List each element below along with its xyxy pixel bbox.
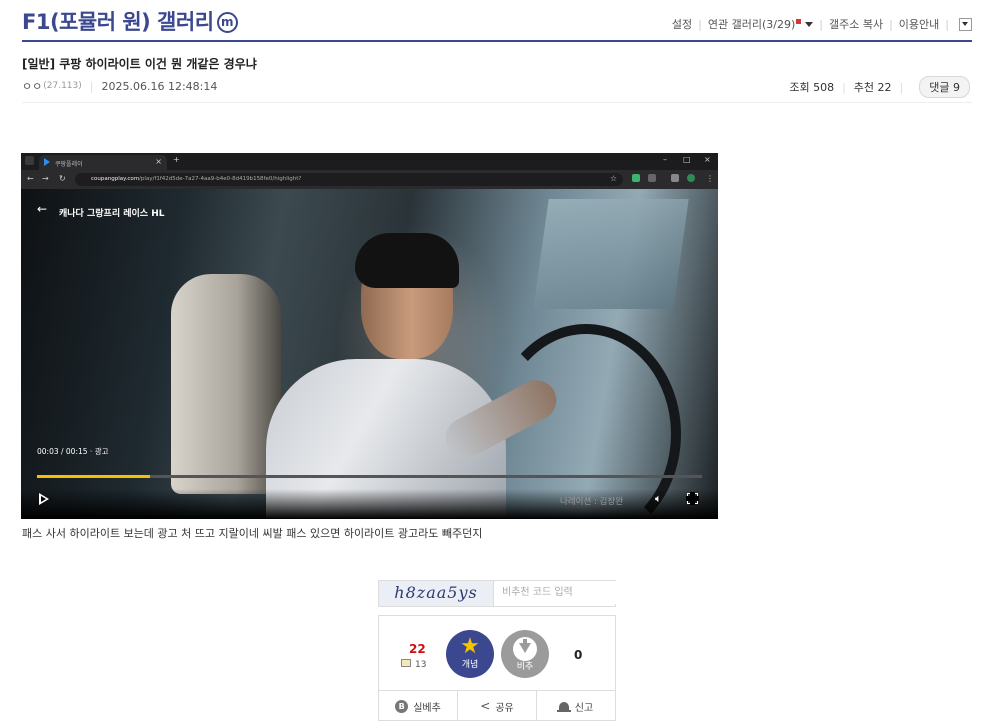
more-menu-icon: ⋮ (706, 174, 714, 183)
video-player: ← 캐나다 그랑프리 레이스 HL 00:03 / 00:15 · 광고 나레이… (21, 189, 718, 519)
driver-hair (355, 233, 459, 288)
back-arrow-icon: ← (37, 202, 48, 216)
post-header-divider (22, 102, 972, 103)
header-divider (22, 40, 972, 42)
window-close-icon: × (704, 155, 711, 164)
fixed-upvote-count: 13 (401, 659, 426, 670)
divider: | (842, 80, 846, 94)
gallery-title-text[interactable]: F1(포뮬러 원) 갤러리 (22, 10, 214, 34)
recommend-actions: B 실베추 < 공유 신고 (379, 690, 615, 721)
recommend-box: 22 13 ★ 개념 비추 0 B 실베추 < 공유 신고 (378, 615, 616, 721)
extension-icon (632, 174, 640, 182)
url-bar: coupangplay.com/play/f1f42d5de-7a27-4aa9… (75, 173, 623, 186)
divider: | (89, 79, 94, 93)
bookmark-star-icon: ☆ (609, 174, 617, 183)
divider: | (899, 80, 904, 94)
upvote-button[interactable]: ★ 개념 (446, 630, 494, 678)
guide-link[interactable]: 이용안내 (899, 16, 939, 32)
divider: | (698, 17, 702, 31)
report-button[interactable]: 신고 (537, 691, 615, 721)
new-flag-icon (796, 19, 802, 24)
share-button[interactable]: < 공유 (458, 691, 537, 721)
maximize-icon: □ (683, 155, 691, 164)
downvote-code-input[interactable] (494, 581, 620, 604)
extension-icon (648, 174, 656, 182)
view-count: 조회 508 (789, 81, 835, 94)
real-best-button[interactable]: B 실베추 (379, 691, 458, 721)
back-icon: ← (27, 174, 34, 183)
car-seat (171, 274, 281, 494)
share-icon: < (480, 699, 491, 713)
post-title: [일반] 쿠팡 하이라이트 이건 뭔 개같은 경우냐 (22, 57, 257, 71)
author-nickname[interactable]: ㅇㅇ (22, 78, 42, 94)
minor-gallery-icon: m (216, 12, 238, 33)
video-title: 캐나다 그랑프리 레이스 HL (59, 209, 165, 219)
siren-icon (556, 702, 571, 712)
forward-icon: → (42, 174, 49, 183)
play-icon (39, 493, 49, 505)
browser-addressbar: ← → ↻ coupangplay.com/play/f1f42d5de-7a2… (21, 170, 718, 189)
share-label: 공유 (495, 702, 514, 714)
related-gallery-label[interactable]: 연관 갤러리(3/29) (708, 18, 795, 31)
tab-menu-icon (25, 156, 34, 165)
gallery-title[interactable]: F1(포뮬러 원) 갤러리 m (22, 6, 238, 36)
post-image[interactable]: 쿠팡플레이 × + – □ × ← → ↻ coupangplay.com/pl… (21, 153, 718, 519)
video-progress-fill (37, 475, 151, 478)
extension-icon (671, 174, 679, 182)
fixed-user-icon (401, 659, 411, 667)
downvote-count: 0 (574, 648, 583, 662)
post-stats: 조회 508 | 추천 22 | 댓글 9 (789, 76, 970, 98)
copy-address-link[interactable]: 갤주소 복사 (829, 16, 883, 32)
upvote-count: 22 (409, 642, 426, 656)
ad-label: 광고 (94, 447, 109, 456)
captcha-row: h8zaa5ys (378, 580, 620, 607)
video-time-text: 00:03 / 00:15 (37, 447, 88, 456)
browser-tabbar: 쿠팡플레이 × + – □ × (21, 153, 718, 170)
coupang-play-icon (44, 158, 50, 166)
upvote-label: 개념 (461, 660, 479, 670)
star-icon: ★ (460, 634, 480, 659)
profile-icon (687, 174, 695, 182)
author-ip: (27.113) (43, 81, 82, 91)
fullscreen-icon (686, 492, 699, 505)
volume-icon: 🔈︎ (655, 492, 662, 505)
divider: | (889, 17, 893, 31)
related-gallery-link[interactable]: 연관 갤러리(3/29) (708, 16, 814, 32)
divider: | (945, 17, 949, 31)
tab-title: 쿠팡플레이 (55, 161, 83, 168)
downvote-label: 비추 (516, 662, 534, 672)
report-label: 신고 (574, 702, 594, 714)
reply-count-button[interactable]: 댓글 9 (919, 76, 970, 98)
real-best-label: 실베추 (413, 702, 441, 714)
dropdown-menu-icon[interactable] (959, 17, 972, 31)
best-icon: B (395, 699, 409, 713)
new-tab-icon: + (173, 155, 180, 164)
downvote-button[interactable]: 비추 (501, 630, 549, 678)
tab-close-icon: × (155, 157, 162, 166)
post-body-text: 패스 사서 하이라이트 보는데 광고 처 뜨고 지랄이네 씨발 패스 있으면 하… (22, 527, 483, 540)
url-domain: coupangplay.com (91, 176, 140, 182)
fixed-upvote-count-text: 13 (415, 660, 427, 670)
captcha-image: h8zaa5ys (379, 581, 494, 606)
divider: | (819, 17, 823, 31)
url-path: /play/f1f42d5de-7a27-4aa9-b4e0-8d419b158… (139, 176, 302, 182)
recommend-count: 추천 22 (853, 81, 892, 94)
car-window (533, 199, 689, 309)
down-arrow-icon (513, 637, 537, 661)
settings-link[interactable]: 설정 (672, 16, 692, 32)
url-text: coupangplay.com/play/f1f42d5de-7a27-4aa9… (91, 176, 301, 182)
browser-tab: 쿠팡플레이 × (39, 155, 167, 170)
post-meta: ㅇㅇ (27.113) | 2025.06.16 12:48:14 (22, 78, 217, 94)
chevron-down-icon[interactable] (805, 22, 814, 27)
narration-credit: 나레이션 : 김창완 (560, 497, 624, 507)
minimize-icon: – (663, 155, 667, 164)
video-time: 00:03 / 00:15 · 광고 (37, 447, 109, 456)
post-datetime: 2025.06.16 12:48:14 (101, 79, 218, 93)
reload-icon: ↻ (59, 174, 66, 183)
gallery-top-links: 설정 | 연관 갤러리(3/29) | 갤주소 복사 | 이용안내 | (672, 16, 972, 32)
